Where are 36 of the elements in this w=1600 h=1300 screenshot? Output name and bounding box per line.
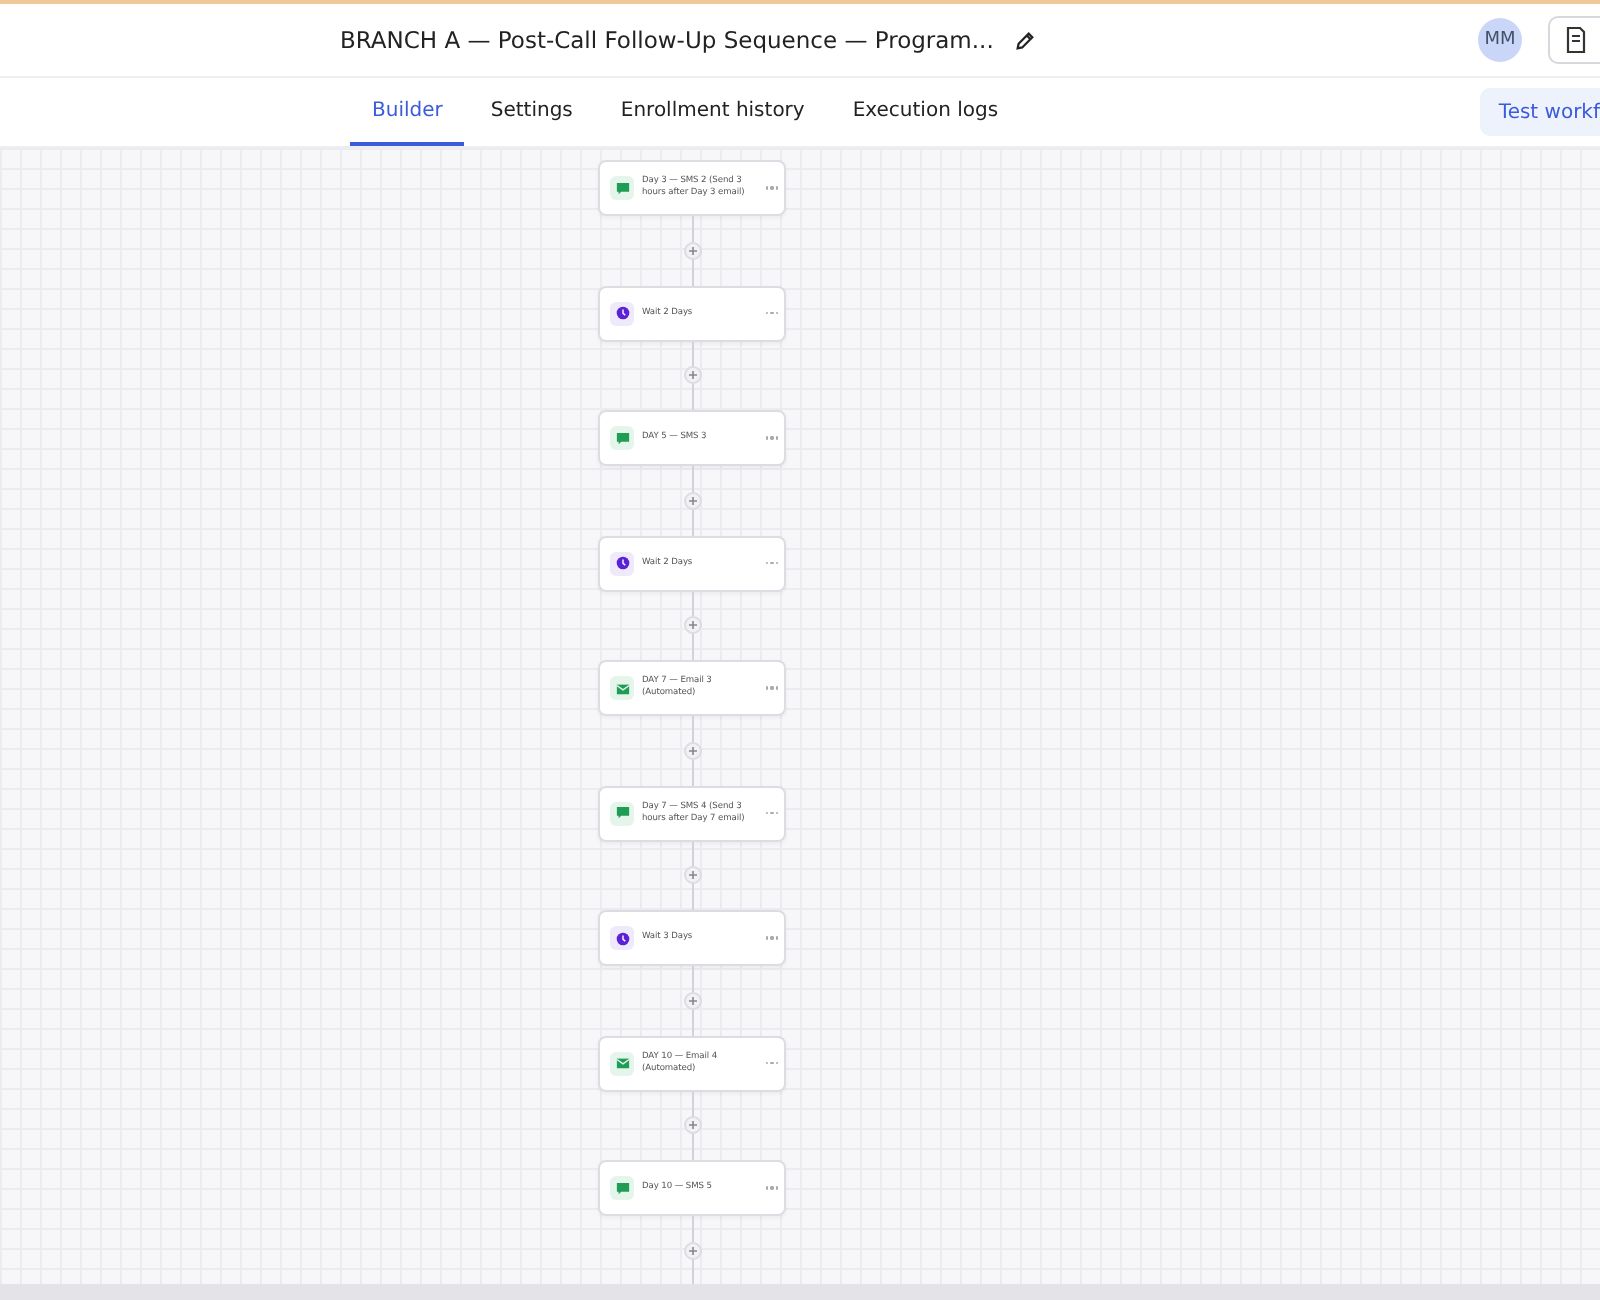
add-step-button[interactable] (683, 991, 701, 1010)
message-icon (610, 1176, 634, 1200)
plus-icon (687, 620, 697, 631)
plus-icon (687, 745, 697, 756)
document-icon (1563, 26, 1587, 54)
test-workflow-button[interactable]: Test workf (1480, 88, 1600, 136)
plus-icon (687, 495, 697, 506)
tab[interactable]: Settings (468, 78, 595, 146)
plus-icon (687, 1120, 697, 1131)
edit-icon[interactable] (1013, 29, 1036, 51)
clock-icon (610, 551, 634, 575)
user-avatar[interactable]: MM (1478, 18, 1522, 62)
add-step-button[interactable] (683, 491, 701, 510)
workflow-title: BRANCH A — Post-Call Follow-Up Sequence — Program... (340, 26, 994, 54)
tab[interactable]: Execution logs (830, 78, 1021, 146)
plus-icon (687, 995, 697, 1006)
message-icon (610, 176, 634, 200)
tab[interactable]: Enrollment history (598, 78, 827, 146)
envelope-icon (610, 1051, 634, 1075)
add-step-button[interactable] (683, 366, 701, 385)
plus-icon (687, 870, 697, 881)
add-step-button[interactable] (683, 866, 701, 885)
envelope-icon (610, 676, 634, 700)
plus-icon (687, 1245, 697, 1256)
clock-icon (610, 926, 634, 950)
message-icon (610, 801, 634, 825)
add-step-button[interactable] (683, 741, 701, 760)
clock-icon (610, 301, 634, 325)
add-step-button[interactable] (683, 616, 701, 635)
add-step-button[interactable] (683, 1116, 701, 1135)
plus-icon (687, 370, 697, 381)
plus-icon (687, 245, 697, 256)
add-step-button[interactable] (683, 241, 701, 260)
document-icon-button[interactable] (1548, 16, 1600, 64)
message-icon (610, 426, 634, 450)
add-step-button[interactable] (683, 1241, 701, 1260)
